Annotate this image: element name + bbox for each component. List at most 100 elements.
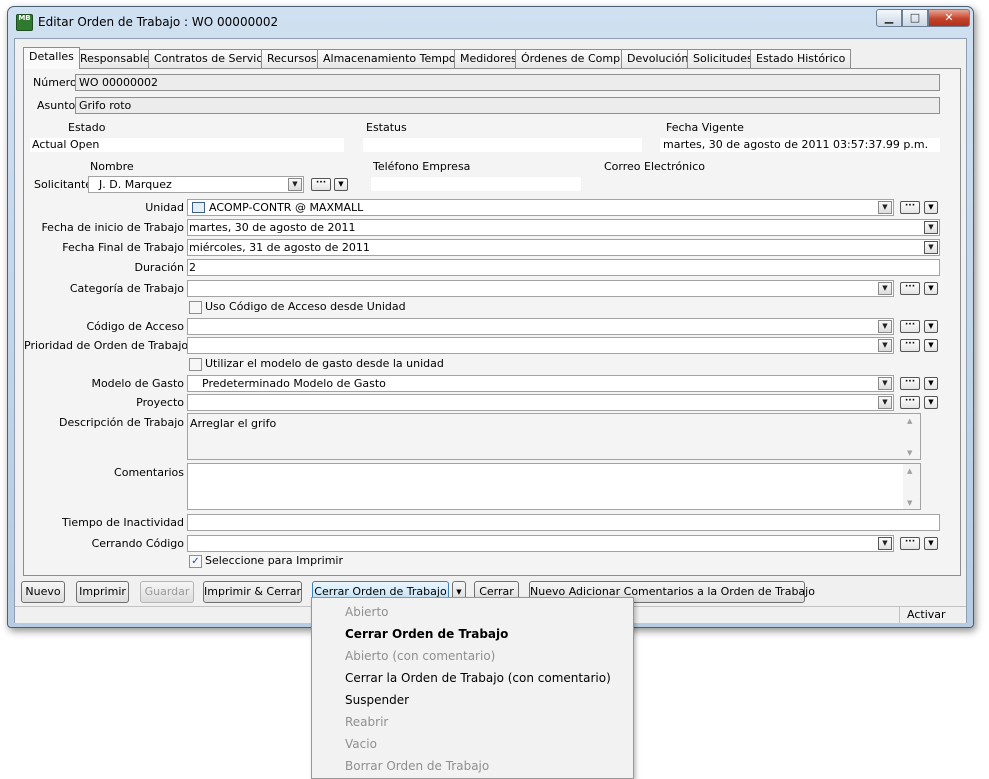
categoria-dropdown[interactable]: ▼ [187,280,894,297]
proyecto-dropdown[interactable]: ▼ [187,394,894,411]
chevron-down-icon[interactable]: ▼ [878,339,892,352]
prioridad-browse-button[interactable]: ··· [900,339,920,352]
solicitante-menu-button[interactable]: ▼ [334,178,348,191]
modelo-gasto-label: Modelo de Gasto [91,377,184,390]
tab-panel-detalles: Número WO 00000002 Asunto Grifo roto Est… [23,68,961,576]
fecha-inicio-label: Fecha de inicio de Trabajo [41,221,184,234]
tab-almacenamiento-temporal[interactable]: Almacenamiento Temporal [317,49,476,68]
chevron-down-icon[interactable]: ▼ [924,221,938,234]
menu-item-abierto-comentario: Abierto (con comentario) [345,649,496,663]
solicitante-dropdown[interactable]: J. D. Marquez ▼ [88,176,304,193]
minimize-button[interactable]: ▁ [876,9,902,27]
estatus-value [363,138,642,152]
window-title: Editar Orden de Trabajo : WO 00000002 [38,15,279,29]
codigo-acceso-dropdown[interactable]: ▼ [187,318,894,335]
unidad-menu-button[interactable]: ▼ [924,201,938,214]
chevron-down-icon[interactable]: ▼ [288,178,302,191]
prioridad-dropdown[interactable]: ▼ [187,337,894,354]
chevron-down-icon[interactable]: ▼ [878,537,892,550]
chevron-down-icon[interactable]: ▼ [924,241,938,254]
solicitante-label: Solicitante [34,178,93,191]
tab-devolucion[interactable]: Devolución [621,49,695,68]
solicitante-browse-button[interactable]: ··· [311,178,331,191]
tab-estado-historico[interactable]: Estado Histórico [750,49,852,68]
tab-ordenes-compra[interactable]: Órdenes de Compra [515,49,638,68]
estado-label: Estado [68,121,106,134]
imprimir-button[interactable]: Imprimir [76,581,129,603]
uso-codigo-label: Uso Código de Acceso desde Unidad [205,300,406,313]
proyecto-browse-button[interactable]: ··· [900,396,920,409]
chevron-down-icon[interactable]: ▼ [878,201,892,214]
maximize-button[interactable]: □ [902,9,928,27]
cerrando-codigo-browse-button[interactable]: ··· [900,537,920,550]
unidad-dropdown[interactable]: ACOMP-CONTR @ MAXMALL ▼ [187,199,894,216]
title-bar[interactable]: MB Editar Orden de Trabajo : WO 00000002… [8,7,973,37]
tab-solicitudes[interactable]: Solicitudes [687,49,759,68]
comentarios-scrollbar[interactable]: ▲ ▼ [903,464,920,509]
asunto-label: Asunto [37,99,76,112]
descripcion-scrollbar[interactable]: ▲ ▼ [903,414,920,459]
menu-item-cerrar-orden[interactable]: Cerrar Orden de Trabajo [345,627,508,641]
menu-item-abierto: Abierto [345,605,389,619]
imprimir-cerrar-button[interactable]: Imprimir & Cerrar [203,581,302,603]
categoria-menu-button[interactable]: ▼ [924,282,938,295]
unit-icon [192,202,205,213]
client-area: Detalles Responsable Contratos de Servic… [14,38,967,623]
cerrar-orden-menu: Abierto Cerrar Orden de Trabajo Abierto … [311,597,634,779]
checkmark-icon: ✓ [191,556,200,567]
tab-medidores[interactable]: Medidores [454,49,523,68]
chevron-down-icon[interactable]: ▼ [878,377,892,390]
prioridad-menu-button[interactable]: ▼ [924,339,938,352]
menu-item-reabrir: Reabrir [345,715,389,729]
tab-contratos-servicio[interactable]: Contratos de Servicio [148,49,279,68]
seleccione-imprimir-checkbox[interactable]: ✓ [189,555,202,568]
categoria-label: Categoría de Trabajo [69,282,184,295]
fecha-inicio-value: martes, 30 de agosto de 2011 [189,221,356,234]
duracion-input[interactable]: 2 [187,259,940,276]
app-window: MB Editar Orden de Trabajo : WO 00000002… [7,6,974,628]
close-button[interactable]: ✕ [928,9,970,27]
modelo-gasto-menu-button[interactable]: ▼ [924,377,938,390]
guardar-button[interactable]: Guardar [140,581,194,603]
categoria-browse-button[interactable]: ··· [900,282,920,295]
unidad-label: Unidad [145,201,184,214]
modelo-gasto-browse-button[interactable]: ··· [900,377,920,390]
cerrando-codigo-menu-button[interactable]: ▼ [924,537,938,550]
menu-item-cerrar-comentario[interactable]: Cerrar la Orden de Trabajo (con comentar… [345,671,611,685]
numero-label: Número [33,76,77,89]
modelo-gasto-dropdown[interactable]: Predeterminado Modelo de Gasto ▼ [187,375,894,392]
tab-recursos[interactable]: Recursos [261,49,323,68]
cerrando-codigo-dropdown[interactable]: ▼ [187,535,894,552]
chevron-down-icon[interactable]: ▼ [878,396,892,409]
fecha-inicio-picker[interactable]: martes, 30 de agosto de 2011 ▼ [187,219,940,236]
uso-codigo-checkbox[interactable] [189,301,202,314]
chevron-down-icon: ▼ [456,588,462,596]
correo-label: Correo Electrónico [604,160,705,173]
duracion-label: Duración [134,261,184,274]
solicitante-value: J. D. Marquez [99,178,172,191]
utilizar-modelo-label: Utilizar el modelo de gasto desde la uni… [205,357,444,370]
descripcion-label: Descripción de Trabajo [58,416,184,429]
chevron-down-icon[interactable]: ▼ [878,282,892,295]
proyecto-label: Proyecto [136,396,184,409]
codigo-acceso-label: Código de Acceso [86,320,184,333]
menu-item-suspender[interactable]: Suspender [345,693,409,707]
modelo-gasto-value: Predeterminado Modelo de Gasto [202,377,386,390]
tiempo-inactividad-input[interactable] [187,514,940,531]
tab-responsable[interactable]: Responsable [74,49,156,68]
descripcion-textarea[interactable]: Arreglar el grifo ▲ ▼ [187,413,921,460]
telefono-value [371,177,581,191]
comentarios-textarea[interactable]: ▲ ▼ [187,463,921,510]
tab-detalles[interactable]: Detalles [23,47,80,69]
unidad-value: ACOMP-CONTR @ MAXMALL [209,201,364,214]
codigo-acceso-browse-button[interactable]: ··· [900,320,920,333]
fecha-vigente-label: Fecha Vigente [666,121,744,134]
codigo-acceso-menu-button[interactable]: ▼ [924,320,938,333]
chevron-down-icon[interactable]: ▼ [878,320,892,333]
estatus-label: Estatus [366,121,407,134]
proyecto-menu-button[interactable]: ▼ [924,396,938,409]
utilizar-modelo-checkbox[interactable] [189,358,202,371]
unidad-browse-button[interactable]: ··· [900,201,920,214]
nuevo-button[interactable]: Nuevo [21,581,65,603]
fecha-final-picker[interactable]: miércoles, 31 de agosto de 2011 ▼ [187,239,940,256]
